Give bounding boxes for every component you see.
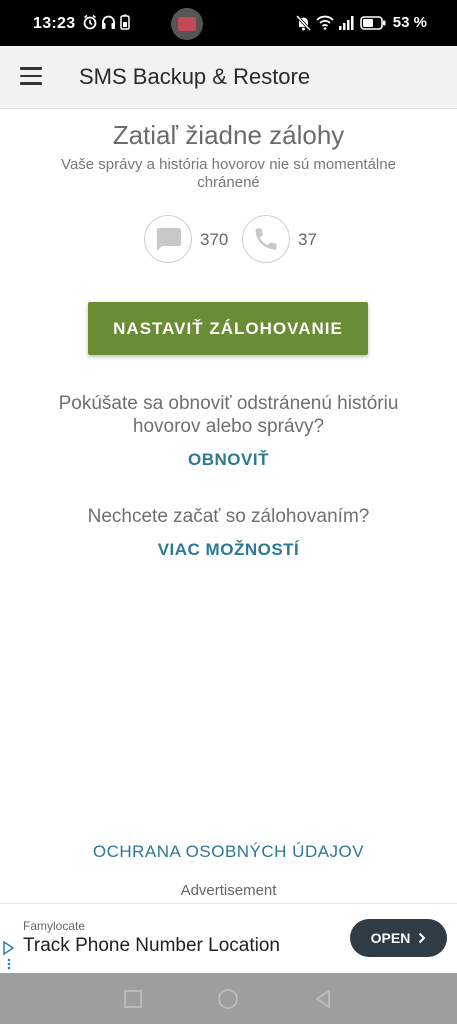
chevron-right-icon (419, 932, 426, 944)
system-nav-bar (0, 973, 457, 1024)
sms-count: 370 (200, 230, 229, 249)
signal-icon (338, 15, 354, 30)
ad-choices-icon[interactable] (3, 940, 15, 970)
back-icon[interactable] (313, 989, 333, 1009)
ad-label: Advertisement (180, 882, 277, 899)
restore-question: Pokúšate sa obnoviť odstránenú históriu … (58, 393, 399, 437)
battery-icon (359, 15, 386, 30)
message-icon (157, 228, 181, 251)
privacy-link[interactable]: OCHRANA OSOBNÝCH ÚDAJOV (0, 842, 457, 862)
call-count: 37 (298, 230, 317, 249)
status-right-icons: 53 % (295, 14, 427, 31)
home-icon[interactable] (217, 988, 239, 1010)
status-bar: 13:23 53 % (0, 0, 457, 46)
wifi-icon (316, 15, 334, 30)
recents-icon[interactable] (123, 989, 143, 1009)
sms-count-badge (144, 215, 192, 263)
menu-icon[interactable] (20, 67, 42, 85)
alarm-icon (83, 14, 97, 30)
ad-open-label: OPEN (370, 930, 411, 946)
ad-advertiser: Famylocate (23, 919, 86, 933)
ad-banner[interactable]: Famylocate Track Phone Number Location O… (0, 903, 457, 974)
no-backups-headline: Zatiaľ žiadne zálohy (112, 120, 345, 150)
no-backups-subtitle: Vaše správy a história hovorov nie sú mo… (61, 156, 396, 191)
notification-thumbnail (171, 8, 203, 40)
app-title: SMS Backup & Restore (79, 64, 311, 89)
setup-backup-button[interactable]: NASTAVIŤ ZÁLOHOVANIE (88, 302, 368, 355)
restore-link[interactable]: OBNOVIŤ (0, 450, 457, 470)
app-bar: SMS Backup & Restore (0, 46, 457, 109)
headphones-icon (102, 15, 115, 29)
mute-bell-icon (295, 14, 311, 31)
status-left-icons (83, 14, 130, 30)
device-battery-icon (120, 14, 130, 30)
counts-row: 370 37 (0, 215, 457, 267)
status-time: 13:23 (33, 15, 76, 32)
call-count-badge (242, 215, 290, 263)
ad-headline[interactable]: Track Phone Number Location (23, 935, 280, 957)
ad-open-button[interactable]: OPEN (350, 919, 447, 957)
more-options-link[interactable]: VIAC MOŽNOSTÍ (0, 540, 457, 560)
phone-icon (255, 228, 277, 250)
no-backup-question: Nechcete začať so zálohovaním? (87, 506, 370, 527)
battery-percent: 53 % (392, 14, 427, 31)
